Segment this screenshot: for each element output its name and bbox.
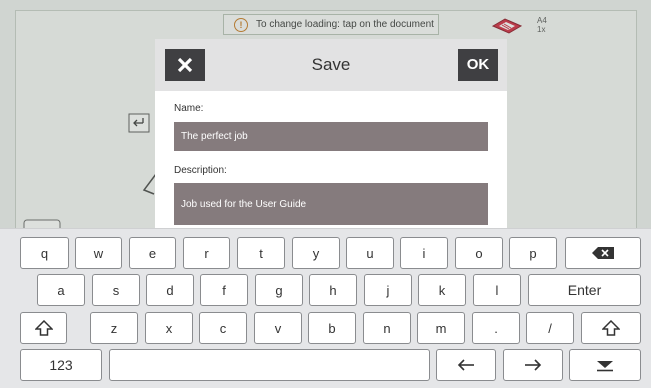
space-key[interactable] [109,349,430,381]
ok-button[interactable]: OK [458,49,498,81]
close-icon [177,57,193,73]
key-l[interactable]: l [473,274,521,306]
key-s[interactable]: s [92,274,140,306]
backspace-icon [592,247,614,259]
name-field[interactable]: The perfect job [174,122,488,151]
key-slash[interactable]: / [526,312,574,344]
key-o[interactable]: o [455,237,503,269]
key-a[interactable]: a [37,274,85,306]
description-field[interactable]: Job used for the User Guide [174,183,488,225]
key-z[interactable]: z [90,312,138,344]
key-p[interactable]: p [509,237,557,269]
key-m[interactable]: m [417,312,465,344]
key-r[interactable]: r [183,237,230,269]
key-k[interactable]: k [418,274,466,306]
name-label: Name: [174,103,204,114]
description-label: Description: [174,165,227,176]
key-e[interactable]: e [129,237,176,269]
key-v[interactable]: v [254,312,302,344]
key-q[interactable]: q [20,237,69,269]
key-f[interactable]: f [200,274,248,306]
key-h[interactable]: h [309,274,357,306]
on-screen-keyboard: q w e r t y u i o p a s d f g h j k l En… [0,228,651,388]
key-j[interactable]: j [364,274,412,306]
shift-key-left[interactable] [20,312,67,344]
hide-keyboard-icon [597,361,613,372]
shift-icon [34,320,53,336]
close-button[interactable] [165,49,205,81]
right-arrow-key[interactable] [503,349,563,381]
key-y[interactable]: y [292,237,340,269]
key-n[interactable]: n [363,312,411,344]
key-w[interactable]: w [75,237,122,269]
save-dialog: Save OK Name: The perfect job Descriptio… [155,39,507,234]
key-i[interactable]: i [400,237,448,269]
enter-key[interactable]: Enter [528,274,641,306]
key-b[interactable]: b [308,312,356,344]
key-g[interactable]: g [255,274,303,306]
key-u[interactable]: u [346,237,394,269]
backspace-key[interactable] [565,237,641,269]
arrow-right-icon [525,359,542,371]
key-t[interactable]: t [237,237,285,269]
key-x[interactable]: x [145,312,193,344]
shift-key-right[interactable] [581,312,641,344]
key-period[interactable]: . [472,312,520,344]
key-c[interactable]: c [199,312,247,344]
hide-keyboard-key[interactable] [569,349,641,381]
numbers-key[interactable]: 123 [20,349,102,381]
shift-icon [602,320,620,336]
dialog-header: Save OK [155,39,507,91]
dialog-title: Save [311,55,351,74]
arrow-left-icon [457,359,474,371]
key-d[interactable]: d [146,274,194,306]
left-arrow-key[interactable] [436,349,496,381]
